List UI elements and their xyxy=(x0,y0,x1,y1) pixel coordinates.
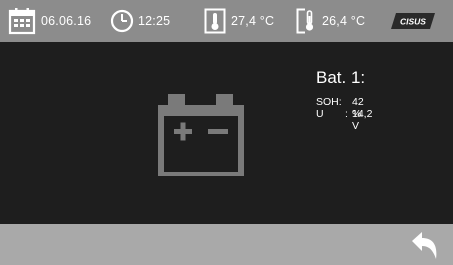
time-text: 12:25 xyxy=(138,14,171,28)
inside-temperature-text: 27,4 °C xyxy=(231,14,275,28)
voltage-value: 14,2 V xyxy=(352,108,373,132)
status-bar: 06.06.16 12:25 27,4 °C 26,4 °C CISUS xyxy=(0,0,453,42)
logo-text: CISUS xyxy=(400,17,426,27)
back-arrow-icon xyxy=(412,232,437,259)
cisus-logo: CISUS xyxy=(391,13,435,29)
outside-temperature: 26,4 °C xyxy=(296,0,365,42)
thermometer-icon xyxy=(204,8,226,34)
soh-label: SOH: xyxy=(316,96,342,108)
voltage-separator: : xyxy=(345,108,348,120)
brand-logo: CISUS xyxy=(390,0,436,42)
thermometer-outside-icon xyxy=(296,8,314,34)
time-display: 12:25 xyxy=(110,0,170,42)
battery-panel xyxy=(0,42,453,224)
date-text: 06.06.16 xyxy=(41,14,92,28)
battery-icon xyxy=(158,94,244,176)
back-button[interactable] xyxy=(410,232,440,260)
battery-title: Bat. 1: xyxy=(316,68,366,87)
bottom-bar xyxy=(0,224,453,265)
date-display: 06.06.16 xyxy=(8,0,91,42)
outside-temperature-text: 26,4 °C xyxy=(322,14,366,28)
clock-icon xyxy=(110,9,134,33)
calendar-icon xyxy=(8,8,36,35)
voltage-label: U xyxy=(316,108,324,120)
inside-temperature: 27,4 °C xyxy=(204,0,274,42)
